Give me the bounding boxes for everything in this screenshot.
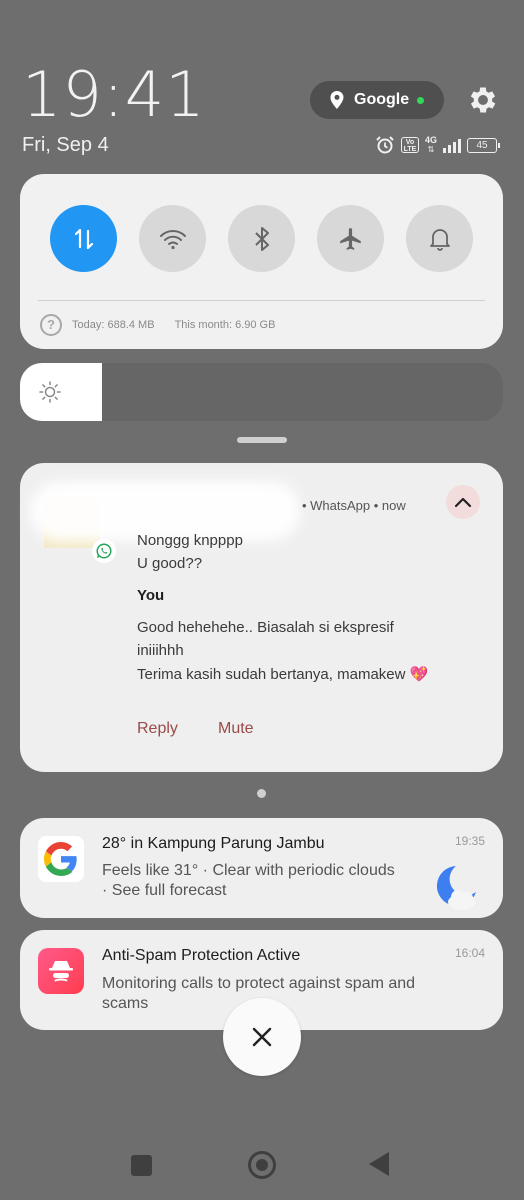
mute-button[interactable]: Mute [218, 720, 254, 738]
alarm-icon [376, 136, 394, 154]
notification-time: 19:35 [454, 834, 485, 848]
clear-all-button[interactable] [223, 998, 301, 1076]
sound-toggle[interactable] [406, 205, 473, 272]
status-bar-icons: Vo LTE 4G ⇅ 45 [375, 135, 501, 155]
wifi-icon [159, 229, 186, 249]
notification-time: 16:04 [454, 946, 485, 960]
battery-icon: 45 [467, 137, 501, 153]
usage-today: Today: 688.4 MB [72, 319, 155, 331]
location-pin-icon [330, 91, 344, 109]
reply-button[interactable]: Reply [137, 720, 178, 738]
moon-cloud-icon [436, 866, 476, 910]
reply-line: Terima kasih sudah bertanya, mamakew 💖 [137, 666, 429, 683]
mobile-data-toggle[interactable] [50, 205, 117, 272]
drag-handle[interactable] [237, 437, 287, 443]
reply-line: Good hehehehe.. Biasalah si ekspresif [137, 619, 394, 636]
recents-button[interactable] [131, 1155, 152, 1176]
antispam-app-icon [38, 948, 84, 994]
gear-icon[interactable] [466, 83, 500, 117]
usage-month: This month: 6.90 GB [174, 319, 276, 331]
weather-forecast-link[interactable]: · See full forecast [102, 881, 227, 901]
brightness-slider[interactable] [20, 363, 503, 421]
home-dot-icon [256, 1159, 268, 1171]
weather-notification[interactable]: 28° in Kampung Parung Jambu Feels like 3… [20, 818, 503, 918]
airplane-icon [339, 227, 361, 250]
active-dot [417, 96, 425, 104]
message-line: U good?? [137, 555, 203, 572]
google-status-pill[interactable]: Google [310, 81, 444, 119]
weather-detail: Feels like 31° · Clear with periodic clo… [102, 862, 395, 879]
volte-icon: Vo LTE [401, 137, 419, 153]
data-arrows-icon: ⇅ [427, 145, 435, 154]
clock[interactable]: 19:41 [22, 58, 206, 131]
close-icon [252, 1027, 272, 1047]
date[interactable]: Fri, Sep 4 [22, 134, 109, 157]
data-transfer-icon [74, 228, 93, 249]
network-type-label: 4G [425, 135, 438, 145]
spy-icon [49, 961, 73, 982]
bluetooth-icon [254, 226, 269, 251]
bluetooth-toggle[interactable] [228, 205, 295, 272]
home-button[interactable] [248, 1151, 276, 1179]
reply-line: iniiihhh [137, 642, 184, 659]
google-logo-icon [44, 842, 77, 876]
quick-settings-panel: ? Today: 688.4 MB This month: 6.90 GB [20, 174, 503, 349]
collapse-button[interactable] [446, 485, 480, 519]
wifi-toggle[interactable] [139, 205, 206, 272]
chevron-up-icon [454, 497, 472, 508]
whatsapp-badge-icon [92, 539, 116, 563]
divider [38, 300, 485, 301]
airplane-toggle[interactable] [317, 205, 384, 272]
message-line: Nonggg knpppp [137, 532, 243, 549]
weather-title: 28° in Kampung Parung Jambu [102, 835, 325, 852]
sun-icon [39, 381, 61, 403]
google-icon [38, 836, 84, 882]
page-indicator [257, 789, 266, 798]
antispam-title: Anti-Spam Protection Active [102, 947, 301, 964]
help-icon: ? [40, 314, 62, 336]
network-type-indicator: 4G ⇅ [425, 135, 438, 155]
whatsapp-icon [96, 543, 112, 559]
data-usage[interactable]: ? Today: 688.4 MB This month: 6.90 GB [40, 314, 275, 336]
signal-icon [443, 137, 462, 153]
back-button[interactable] [369, 1152, 389, 1176]
google-pill-label: Google [354, 91, 410, 108]
whatsapp-notification[interactable]: • WhatsApp • now Nonggg knpppp U good?? … [20, 463, 503, 772]
antispam-detail: Monitoring calls to protect against spam… [102, 975, 416, 992]
notification-app-line: • WhatsApp • now [302, 498, 406, 513]
antispam-detail: scams [102, 995, 149, 1012]
you-label: You [137, 587, 165, 604]
bell-icon [429, 228, 450, 251]
